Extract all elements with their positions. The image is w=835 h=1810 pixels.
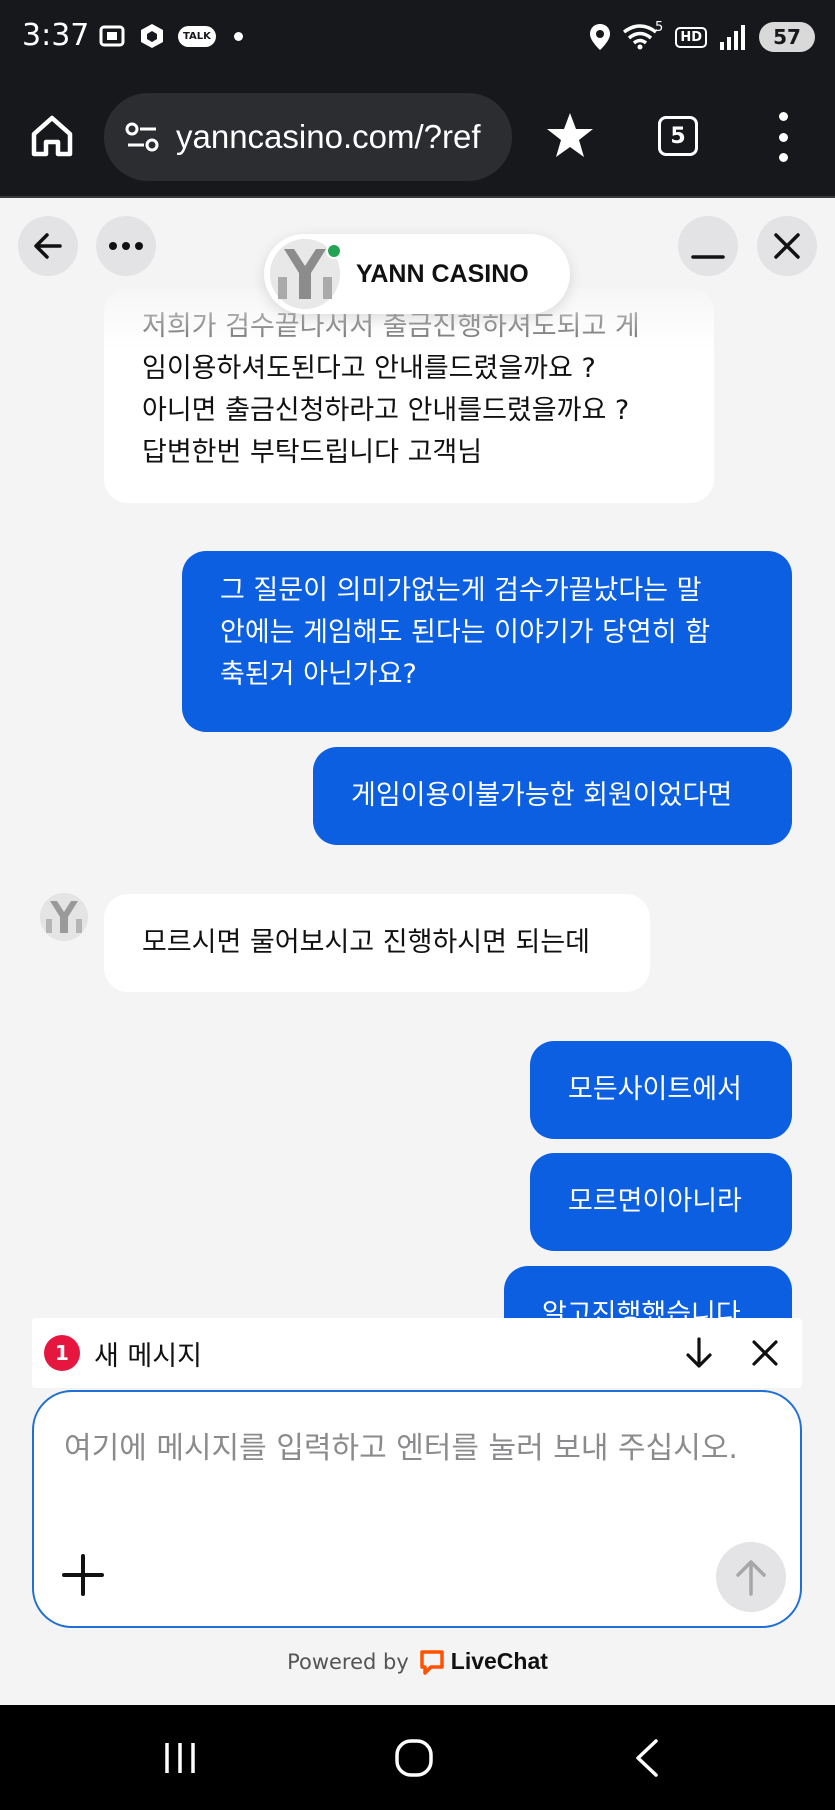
screenshot-icon xyxy=(99,25,125,47)
message-visitor: 게임이용이불가능한 회원이었다면 xyxy=(313,747,792,845)
message-line: 축된거 아닌가요? xyxy=(220,659,417,690)
star-icon[interactable] xyxy=(545,110,595,160)
new-message-bar[interactable]: 1 새 메시지 xyxy=(32,1318,802,1388)
company-logo xyxy=(270,239,342,309)
system-nav-bar xyxy=(0,1705,835,1810)
talk-icon: TALK xyxy=(178,25,216,47)
minimize-icon xyxy=(691,255,725,259)
options-button[interactable] xyxy=(96,216,156,276)
network-label: 5 xyxy=(655,20,664,35)
message-line: 임이용하셔도된다고 안내를드렸을까요 ? xyxy=(142,353,596,384)
message-line: 그 질문이 의미가없는게 검수가끝났다는 말 xyxy=(220,575,702,606)
back-chevron-icon[interactable] xyxy=(632,1738,662,1778)
message-line: 아니면 출금신청하라고 안내를드렸을까요 ? xyxy=(142,395,630,426)
address-bar[interactable]: yanncasino.com/?ref xyxy=(104,93,512,181)
dot-icon xyxy=(233,31,243,41)
message-line: 모든사이트에서 xyxy=(568,1074,742,1105)
online-indicator xyxy=(326,243,342,259)
livechat-name: LiveChat xyxy=(450,1648,548,1674)
message-composer[interactable]: 여기에 메시지를 입력하고 엔터를 눌러 보내 주십시오. xyxy=(32,1390,802,1628)
minimize-button[interactable] xyxy=(678,216,738,276)
close-icon xyxy=(774,233,800,259)
message-visitor: 그 질문이 의미가없는게 검수가끝났다는 말 안에는 게임해도 된다는 이야기가… xyxy=(182,551,792,732)
back-arrow-icon xyxy=(34,233,62,259)
new-message-label: 새 메시지 xyxy=(94,1340,202,1372)
message-line: 답변한번 부탁드립니다 고객님 xyxy=(142,437,483,468)
message-visitor: 모르면이아니라 xyxy=(530,1153,792,1251)
powered-by[interactable]: Powered by LiveChat xyxy=(0,1648,835,1675)
site-settings-icon[interactable] xyxy=(122,117,162,157)
message-visitor: 모든사이트에서 xyxy=(530,1041,792,1139)
close-icon[interactable] xyxy=(748,1336,782,1370)
signal-icon xyxy=(720,25,745,50)
message-line: 모르시면 물어보시고 진행하시면 되는데 xyxy=(142,927,591,958)
more-horiz-icon xyxy=(109,242,143,250)
page: 3:37 TALK 5 HD 57 yanncasino.com/?ref 5 xyxy=(0,0,835,1810)
browser-toolbar: yanncasino.com/?ref 5 xyxy=(0,80,835,198)
message-agent: 저희가 검수끝나서서 출금진행하셔도되고 게 임이용하셔도된다고 안내를드렸을까… xyxy=(104,288,714,503)
battery-indicator: 57 xyxy=(759,22,815,52)
status-icons-left: TALK xyxy=(98,22,243,50)
hd-icon: HD xyxy=(675,26,707,48)
message-line: 게임이용이불가능한 회원이었다면 xyxy=(351,780,733,811)
send-arrow-icon xyxy=(736,1560,766,1596)
chat-title: YANN CASINO xyxy=(356,259,529,288)
status-bar: 3:37 TALK 5 HD 57 xyxy=(0,0,835,80)
home-icon[interactable] xyxy=(28,112,76,160)
agent-avatar xyxy=(40,893,88,941)
message-line: 안에는 게임해도 된다는 이야기가 당연히 함 xyxy=(220,617,711,648)
status-time: 3:37 xyxy=(22,18,90,53)
send-button[interactable] xyxy=(716,1542,786,1612)
message-input[interactable]: 여기에 메시지를 입력하고 엔터를 눌러 보내 주십시오. xyxy=(64,1424,764,1474)
livechat-brand[interactable]: LiveChat xyxy=(419,1648,548,1675)
back-button[interactable] xyxy=(18,216,78,276)
package-icon xyxy=(141,24,163,48)
chat-window: 저희가 검수끝나서서 출금진행하셔도되고 게 임이용하셔도된다고 안내를드렸을까… xyxy=(0,200,835,1705)
recents-icon[interactable] xyxy=(162,1740,198,1776)
chat-header: YANN CASINO xyxy=(264,234,570,314)
plus-icon[interactable] xyxy=(60,1552,106,1598)
more-vert-icon[interactable] xyxy=(768,112,798,162)
url-text: yanncasino.com/?ref xyxy=(176,118,481,155)
wifi-icon: 5 xyxy=(623,20,663,50)
message-line: 모르면이아니라 xyxy=(568,1186,742,1217)
close-button[interactable] xyxy=(757,216,817,276)
arrow-down-icon[interactable] xyxy=(682,1336,716,1370)
livechat-logo-icon xyxy=(420,1649,444,1675)
unread-count-badge: 1 xyxy=(44,1335,80,1371)
location-icon xyxy=(590,24,611,50)
powered-by-label: Powered by xyxy=(287,1649,409,1674)
tabs-icon[interactable]: 5 xyxy=(658,116,698,156)
status-icons-right: 5 HD 57 xyxy=(589,20,815,52)
home-circle-icon[interactable] xyxy=(394,1738,434,1778)
message-agent: 모르시면 물어보시고 진행하시면 되는데 xyxy=(104,894,650,992)
